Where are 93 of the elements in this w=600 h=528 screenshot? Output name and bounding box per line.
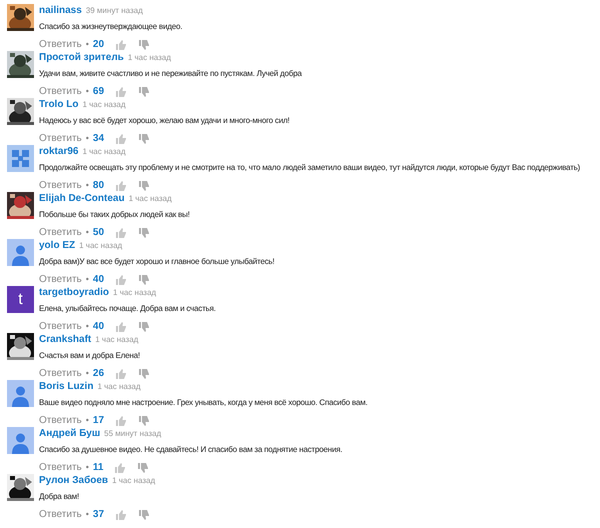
separator-dot: •	[86, 85, 89, 98]
comment-time: 1 час назад	[79, 240, 122, 252]
like-button[interactable]	[116, 40, 128, 50]
comment-text: Спасибо за душевное видео. Не сдавайтесь! И спасибо вам за поднятие настроения.	[39, 444, 342, 456]
dislike-button[interactable]	[139, 416, 150, 426]
reply-link[interactable]: Ответить	[39, 414, 82, 427]
author-link[interactable]: yolo EZ	[39, 239, 76, 252]
separator-dot: •	[86, 38, 89, 51]
comment-text: Удачи вам, живите счастливо и не переживайте по пустякам. Лучей добра	[39, 68, 302, 80]
comment-time: 1 час назад	[82, 146, 126, 158]
like-button[interactable]	[116, 368, 128, 378]
like-count: 50	[92, 226, 104, 239]
like-count: 80	[92, 179, 104, 192]
author-link[interactable]: Андрей Буш	[39, 427, 100, 440]
comment-text: Побольше бы таких добрых людей как вы!	[39, 209, 190, 221]
avatar-icon	[7, 380, 34, 407]
separator-dot: •	[86, 508, 89, 521]
separator-dot: •	[86, 226, 89, 239]
reply-link[interactable]: Ответить	[39, 85, 82, 98]
dislike-button[interactable]	[139, 86, 150, 96]
reply-link[interactable]: Ответить	[39, 320, 82, 333]
reply-link[interactable]: Ответить	[39, 38, 82, 51]
like-count: 40	[92, 320, 104, 333]
like-button[interactable]	[115, 462, 126, 472]
separator-dot: •	[86, 179, 89, 192]
separator-dot: •	[86, 367, 89, 380]
separator-dot: •	[86, 414, 89, 427]
like-count: 26	[92, 367, 104, 380]
like-count: 69	[92, 85, 104, 98]
avatar-letter: t	[7, 286, 34, 313]
dislike-button[interactable]	[139, 368, 150, 378]
like-button[interactable]	[116, 510, 128, 520]
reply-link[interactable]: Ответить	[39, 461, 82, 474]
dislike-button[interactable]	[139, 40, 150, 50]
comment-time: 39 минут назад	[86, 5, 143, 17]
avatar-icon	[7, 239, 34, 266]
like-count: 17	[92, 414, 104, 427]
dislike-button[interactable]	[139, 180, 150, 190]
dislike-button[interactable]	[139, 134, 150, 144]
dislike-button[interactable]	[139, 228, 150, 238]
comment-text: Продолжайте освещать эту проблему и не смотрите на то, что мало людей заметило ваши видео, тут найдутся люди, которые будут Вас поддерживать)	[39, 162, 580, 174]
like-button[interactable]	[116, 180, 128, 190]
separator-dot: •	[86, 461, 89, 474]
separator-dot: •	[86, 320, 89, 333]
like-button[interactable]	[116, 274, 128, 284]
reply-link[interactable]: Ответить	[39, 179, 82, 192]
author-link[interactable]: targetboyradio	[39, 286, 110, 299]
dislike-button[interactable]	[139, 510, 150, 520]
comment-time: 1 час назад	[128, 193, 172, 205]
like-button[interactable]	[116, 416, 128, 426]
like-button[interactable]	[116, 228, 128, 238]
dislike-button[interactable]	[139, 322, 150, 332]
comment-time: 1 час назад	[97, 381, 141, 393]
author-link[interactable]: nailinass	[39, 4, 82, 17]
author-link[interactable]: Простой зритель	[39, 51, 124, 64]
comment-text: Надеюсь у вас всё будет хорошо, желаю вам удачи и много-много сил!	[39, 115, 290, 127]
like-count: 11	[92, 461, 104, 474]
author-link[interactable]: Crankshaft	[39, 333, 92, 346]
comment-text: Ваше видео подняло мне настроение. Грех унывать, когда у меня всё хорошо. Спасибо вам.	[39, 397, 368, 409]
dislike-button[interactable]	[139, 274, 150, 284]
like-button[interactable]	[116, 134, 128, 144]
like-button[interactable]	[116, 322, 128, 332]
comment-time: 1 час назад	[113, 287, 156, 299]
author-link[interactable]: Elijah De-Conteau	[39, 192, 125, 205]
author-link[interactable]: Trolo Lo	[39, 98, 78, 111]
comment-text: Спасибо за жизнеутверждающее видео.	[39, 21, 182, 33]
reply-link[interactable]: Ответить	[39, 132, 82, 145]
separator-dot: •	[86, 273, 89, 286]
reply-link[interactable]: Ответить	[39, 508, 82, 521]
comment-time: 55 минут назад	[104, 428, 162, 440]
comment-text: Добра вам!	[39, 491, 80, 503]
like-count: 20	[92, 38, 104, 51]
comment-time: 1 час назад	[112, 475, 156, 487]
comment-time: 1 час назад	[128, 52, 171, 64]
comment-time: 1 час назад	[82, 99, 126, 111]
reply-link[interactable]: Ответить	[39, 273, 82, 286]
separator-dot: •	[86, 132, 89, 145]
avatar-icon	[7, 427, 34, 454]
reply-link[interactable]: Ответить	[39, 367, 82, 380]
like-count: 34	[92, 132, 104, 145]
identicon-icon	[7, 145, 34, 172]
comment-text: Счастья вам и добра Елена!	[39, 350, 141, 362]
author-link[interactable]: Boris Luzin	[39, 380, 94, 393]
author-link[interactable]: Рулон Забоев	[39, 474, 108, 487]
author-link[interactable]: roktar96	[39, 145, 78, 158]
like-count: 37	[92, 508, 104, 521]
like-count: 40	[92, 273, 104, 286]
like-button[interactable]	[116, 86, 128, 96]
comment-text: Добра вам)У вас все будет хорошо и главное больше улыбайтесь!	[39, 256, 274, 268]
comment-text: Елена, улыбайтесь почаще. Добра вам и счастья.	[39, 303, 216, 315]
dislike-button[interactable]	[138, 462, 150, 472]
reply-link[interactable]: Ответить	[39, 226, 82, 239]
comment-time: 1 час назад	[95, 334, 138, 346]
